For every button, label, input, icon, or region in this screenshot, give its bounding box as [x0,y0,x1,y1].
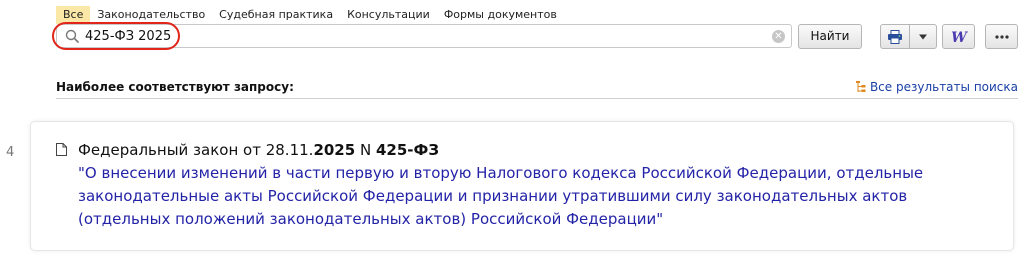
print-options-dropdown[interactable] [909,24,937,49]
result-title-code: 425-ФЗ [375,141,440,159]
tab-consultations[interactable]: Консультации [340,6,437,24]
search-page: Все Законодательство Судебная практика К… [0,0,1024,258]
result-title-prefix: Федеральный закон от 28.11. [78,141,314,159]
tab-all[interactable]: Все [56,6,91,24]
all-results-link[interactable]: Все результаты поиска [855,80,1018,94]
result-number: 4 [6,145,15,160]
more-options-button[interactable] [985,24,1018,49]
search-tabs: Все Законодательство Судебная практика К… [56,6,564,24]
caret-down-icon [919,34,927,39]
search-query-text[interactable]: 425-ФЗ 2025 [85,27,171,47]
search-input[interactable]: 425-ФЗ 2025 ✕ [56,24,792,48]
all-results-label[interactable]: Все результаты поиска [870,80,1018,94]
search-icon [65,29,79,43]
find-button[interactable]: Найти [798,24,862,49]
result-title-mid: N [355,141,376,159]
word-icon: W [951,30,968,44]
result-link[interactable]: "О внесении изменений в части первую и в… [78,162,978,231]
print-button[interactable] [880,24,910,49]
result-title: Федеральный закон от 28.11.2025 N 425-ФЗ [78,141,439,159]
printer-icon [888,29,902,44]
document-icon [56,143,67,156]
svg-text:W: W [951,30,968,44]
result-title-year: 2025 [313,141,356,159]
close-icon[interactable]: ✕ [772,30,785,43]
tree-icon [855,81,866,92]
tab-legislation[interactable]: Законодательство [90,6,212,24]
results-heading: Наиболее соответствуют запросу: [56,80,294,94]
export-word-button[interactable]: W [942,24,975,49]
divider [56,98,1018,99]
tab-court-practice[interactable]: Судебная практика [212,6,340,24]
more-dots-icon [994,34,1009,39]
tab-document-forms[interactable]: Формы документов [437,6,564,24]
